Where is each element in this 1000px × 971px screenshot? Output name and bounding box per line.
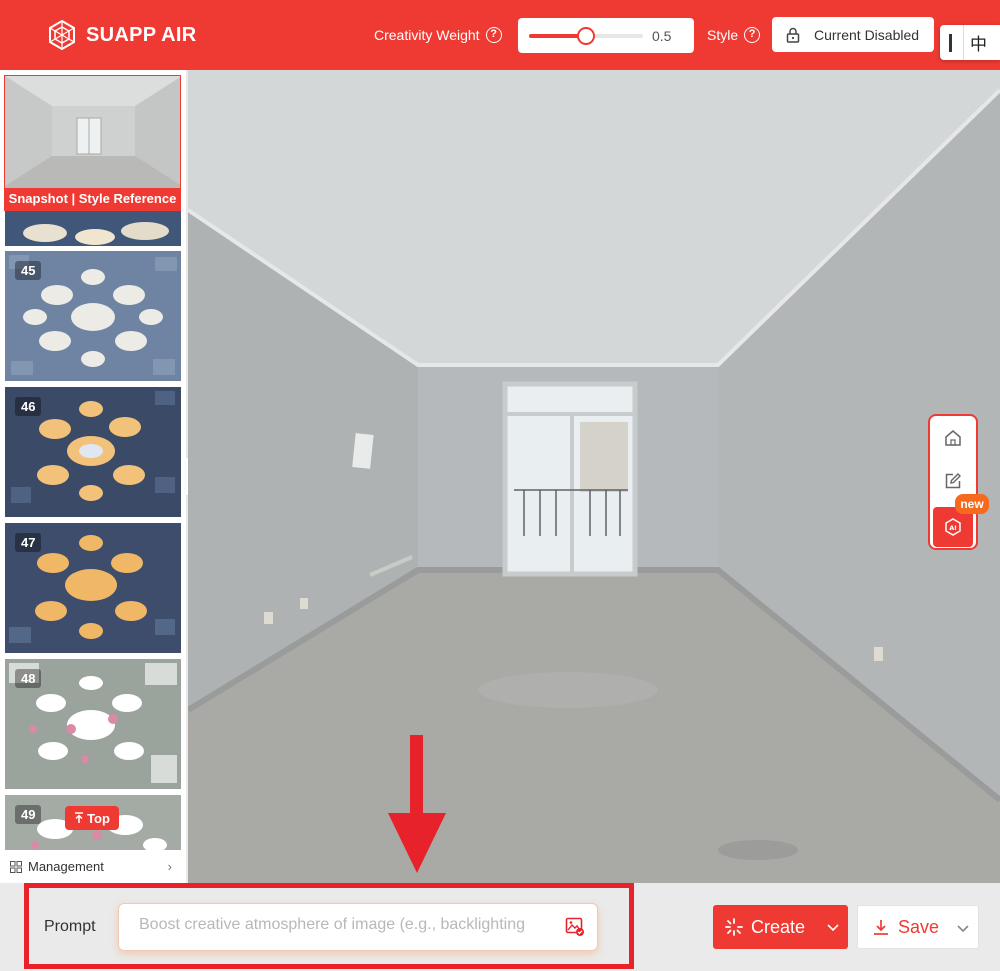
ai-cube-icon: AI [945,518,961,536]
thumbnail-item[interactable]: 47 [5,523,181,653]
creativity-weight-label-group: Creativity Weight ? [374,27,502,43]
top-bar: SUAPP AIR Creativity Weight ? 0.5 Style … [0,0,1000,70]
creativity-weight-control: 0.5 [518,18,694,53]
chevron-down-icon[interactable] [826,918,840,936]
svg-text:AI: AI [949,524,956,532]
sparkle-icon [725,918,743,936]
create-label: Create [751,916,806,937]
thumbnail-item[interactable]: 46 [5,387,181,517]
scroll-top-button[interactable]: Top [65,806,119,830]
lock-icon [786,27,800,43]
home-icon [945,430,961,446]
creativity-weight-label: Creativity Weight [374,27,480,43]
thumbnail-item[interactable]: 45 [5,251,181,381]
management-label: Management [28,859,104,874]
thumbnail-44-partial[interactable] [5,211,181,246]
language-toggle[interactable]: 中 [940,25,1000,60]
help-icon[interactable]: ? [485,27,502,43]
text-cursor-icon [949,33,952,52]
slider-thumb[interactable] [577,27,595,45]
floating-toolbar: AI [928,414,978,550]
snapshot-sidebar: Snapshot | Style Reference 45 46 47 48 4… [0,70,186,883]
thumbnail-number: 46 [15,397,42,416]
home-button[interactable] [930,418,976,458]
grid-icon [10,860,22,873]
thumbnail-item[interactable]: 48 [5,659,181,789]
render-viewport[interactable] [188,70,1000,883]
thumbnail-number: 48 [15,669,42,688]
prompt-highlight-box [24,883,634,969]
style-label-group: Style ? [707,27,761,43]
thumbnail-number: 49 [15,805,42,824]
app-logo[interactable]: SUAPP AIR [48,20,197,50]
scroll-top-label: Top [87,810,110,826]
chevron-right-icon: › [167,859,172,874]
save-button[interactable]: Save [857,905,979,949]
creativity-weight-slider[interactable] [529,27,643,45]
room-render-image [188,70,1000,883]
download-icon [874,920,888,935]
app-name: SUAPP AIR [86,23,197,46]
create-button[interactable]: Create [713,905,848,949]
new-badge: new [955,494,989,514]
language-label: 中 [970,35,987,55]
management-link[interactable]: Management › [0,850,186,883]
snapshot-style-reference[interactable]: Snapshot | Style Reference [4,75,181,211]
logo-icon [49,20,75,50]
save-label: Save [898,916,940,937]
edit-icon [945,473,961,489]
chevron-down-icon[interactable] [956,919,970,937]
style-label: Style [707,27,739,43]
creativity-weight-value: 0.5 [652,28,672,44]
annotation-arrow-icon [388,735,446,873]
divider [963,25,964,60]
style-value: Current Disabled [814,26,920,43]
style-selector[interactable]: Current Disabled [772,17,934,52]
snapshot-caption: Snapshot | Style Reference [5,188,180,210]
thumbnail-number: 47 [15,533,42,552]
thumbnail-number: 45 [15,261,42,280]
thumbnail-image [5,211,181,246]
style-help-icon[interactable]: ? [744,27,761,43]
arrow-up-icon [75,812,84,823]
